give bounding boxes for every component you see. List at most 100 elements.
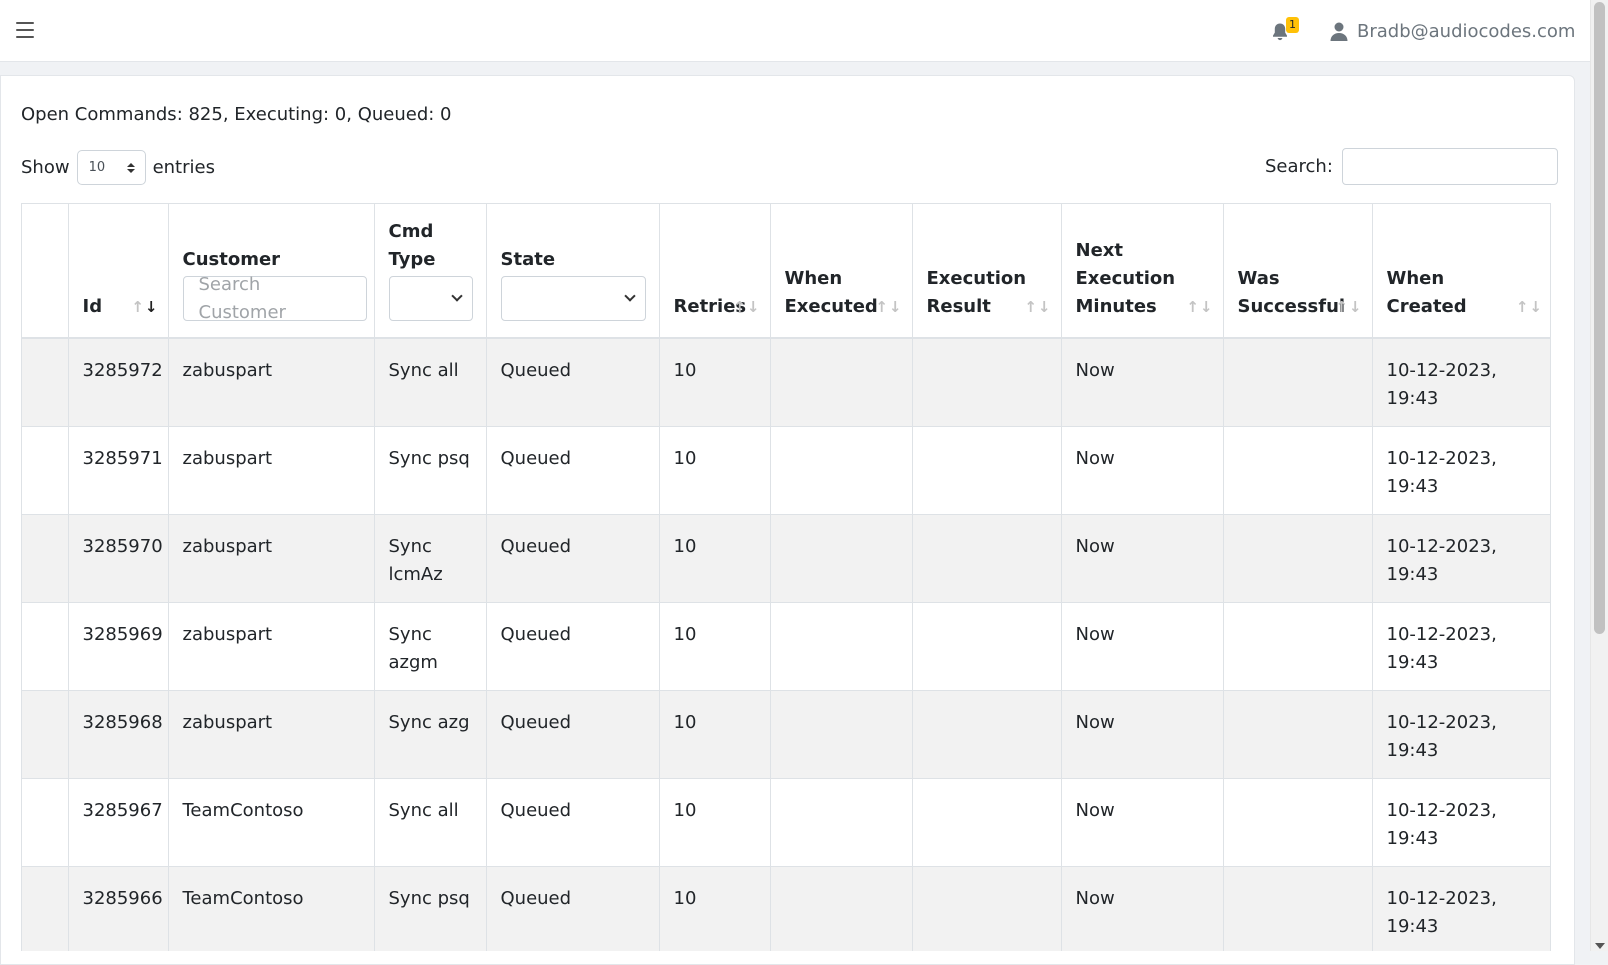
sort-arrows-icon: ↑ ↓ bbox=[131, 298, 158, 316]
created-time: 19:43 bbox=[1386, 475, 1439, 497]
cell-when-executed bbox=[770, 602, 913, 691]
cell-id: 3285968 bbox=[68, 690, 169, 779]
commands-table-wrapper: Id ↑ ↓ Customer Search Customer Cmd Type … bbox=[21, 203, 1551, 951]
cell-next-exec: Now bbox=[1061, 338, 1224, 427]
cell-next-exec: Now bbox=[1061, 426, 1224, 515]
cell-id: 3285970 bbox=[68, 514, 169, 603]
cell-next-exec: Now bbox=[1061, 690, 1224, 779]
cell-when-executed bbox=[770, 690, 913, 779]
cell-id: 3285967 bbox=[68, 778, 169, 867]
sort-arrows-icon: ↑ ↓ bbox=[1515, 298, 1542, 316]
cell-when-created: 10-12-2023, 19:43 bbox=[1372, 338, 1550, 427]
notification-count-badge: 1 bbox=[1286, 17, 1299, 33]
cell-when-created: 10-12-2023, 19:43 bbox=[1372, 690, 1550, 779]
cell-when-executed bbox=[770, 866, 913, 951]
created-time: 19:43 bbox=[1386, 915, 1439, 937]
cell-when-created: 10-12-2023, 19:43 bbox=[1372, 602, 1550, 691]
chevron-down-icon bbox=[623, 290, 636, 302]
user-menu[interactable]: Bradb@audiocodes.com bbox=[1330, 19, 1575, 43]
cell-next-exec: Now bbox=[1061, 866, 1224, 951]
row-select-cell[interactable] bbox=[22, 778, 69, 867]
notifications-button[interactable]: 1 bbox=[1271, 17, 1299, 44]
cell-retries: 10 bbox=[659, 778, 771, 867]
cell-execution-result bbox=[912, 514, 1062, 603]
cell-id: 3285971 bbox=[68, 426, 169, 515]
column-header-execution-result[interactable]: Execution Result ↑ ↓ bbox=[912, 204, 1062, 339]
hamburger-menu-icon[interactable] bbox=[16, 22, 34, 38]
cell-customer: zabuspart bbox=[168, 514, 375, 603]
cell-was-successful bbox=[1223, 338, 1373, 427]
cell-was-successful bbox=[1223, 690, 1373, 779]
created-time: 19:43 bbox=[1386, 563, 1439, 585]
cell-retries: 10 bbox=[659, 690, 771, 779]
column-header-customer: Customer Search Customer bbox=[168, 204, 375, 339]
created-date: 10-12-2023, bbox=[1386, 535, 1497, 557]
row-select-cell[interactable] bbox=[22, 514, 69, 603]
column-header-id[interactable]: Id ↑ ↓ bbox=[68, 204, 169, 339]
cell-when-created: 10-12-2023, 19:43 bbox=[1372, 866, 1550, 951]
cell-cmd-type: Sync all bbox=[374, 778, 487, 867]
cell-customer: zabuspart bbox=[168, 426, 375, 515]
column-header-state: State bbox=[486, 204, 660, 339]
sort-arrows-icon: ↑ ↓ bbox=[875, 298, 902, 316]
cell-was-successful bbox=[1223, 778, 1373, 867]
cell-when-executed bbox=[770, 514, 913, 603]
scroll-down-arrow-icon[interactable] bbox=[1595, 943, 1605, 949]
cell-was-successful bbox=[1223, 426, 1373, 515]
commands-table: Id ↑ ↓ Customer Search Customer Cmd Type … bbox=[22, 204, 1550, 951]
table-row[interactable]: 3285971 zabuspart Sync psq Queued 10 Now 10-12… bbox=[22, 426, 1550, 515]
cell-when-created: 10-12-2023, 19:43 bbox=[1372, 514, 1550, 603]
search-label: Search: bbox=[1265, 156, 1333, 177]
row-select-cell[interactable] bbox=[22, 602, 69, 691]
table-row[interactable]: 3285968 zabuspart Sync azg Queued 10 Now 10-12… bbox=[22, 690, 1550, 779]
row-select-cell[interactable] bbox=[22, 690, 69, 779]
cell-retries: 10 bbox=[659, 602, 771, 691]
table-body: 3285972 zabuspart Sync all Queued 10 Now 10-12… bbox=[22, 338, 1550, 951]
state-filter-select[interactable] bbox=[500, 276, 646, 321]
cell-when-executed bbox=[770, 338, 913, 427]
open-commands-summary: Open Commands: 825, Executing: 0, Queued… bbox=[21, 104, 452, 125]
cell-cmd-type: Sync all bbox=[374, 338, 487, 427]
table-row[interactable]: 3285970 zabuspart Sync lcmAz Queued 10 Now 10-… bbox=[22, 514, 1550, 603]
page-scrollbar[interactable] bbox=[1590, 0, 1608, 951]
column-header-was-successful[interactable]: Was Successful ↑ ↓ bbox=[1223, 204, 1373, 339]
page-length-select[interactable]: 10 bbox=[76, 150, 146, 185]
page-length-value: 10 bbox=[88, 160, 106, 175]
column-header-when-created[interactable]: When Created ↑ ↓ bbox=[1372, 204, 1550, 339]
cmd-type-filter-select[interactable] bbox=[388, 276, 473, 321]
cell-customer: zabuspart bbox=[168, 338, 375, 427]
search-input[interactable] bbox=[1341, 148, 1558, 185]
cell-was-successful bbox=[1223, 866, 1373, 951]
cell-was-successful bbox=[1223, 602, 1373, 691]
customer-filter-input[interactable]: Search Customer bbox=[182, 274, 367, 323]
table-row[interactable]: 3285966 TeamContoso Sync psq Queued 10 Now 10-… bbox=[22, 866, 1550, 951]
created-time: 19:43 bbox=[1386, 739, 1439, 761]
row-select-cell[interactable] bbox=[22, 338, 69, 427]
cell-next-exec: Now bbox=[1061, 514, 1224, 603]
cell-retries: 10 bbox=[659, 514, 771, 603]
cell-cmd-type: Sync azgm bbox=[374, 602, 487, 691]
sort-arrows-icon: ↑ ↓ bbox=[733, 298, 760, 316]
cell-retries: 10 bbox=[659, 866, 771, 951]
cell-when-created: 10-12-2023, 19:43 bbox=[1372, 426, 1550, 515]
cell-cmd-type: Sync psq bbox=[374, 426, 487, 515]
table-row[interactable]: 3285972 zabuspart Sync all Queued 10 Now 10-12… bbox=[22, 338, 1550, 427]
column-header-next-execution-minutes[interactable]: Next Execution Minutes ↑ ↓ bbox=[1061, 204, 1224, 339]
column-header-when-executed[interactable]: When Executed ↑ ↓ bbox=[770, 204, 913, 339]
cell-execution-result bbox=[912, 602, 1062, 691]
cell-id: 3285972 bbox=[68, 338, 169, 427]
show-label: Show bbox=[21, 157, 70, 178]
cell-cmd-type: Sync azg bbox=[374, 690, 487, 779]
scrollbar-thumb[interactable] bbox=[1594, 2, 1605, 634]
table-row[interactable]: 3285969 zabuspart Sync azgm Queued 10 Now 10-1… bbox=[22, 602, 1550, 691]
table-row[interactable]: 3285967 TeamContoso Sync all Queued 10 Now 10-… bbox=[22, 778, 1550, 867]
row-select-cell[interactable] bbox=[22, 866, 69, 951]
cell-state: Queued bbox=[486, 602, 660, 691]
cell-execution-result bbox=[912, 690, 1062, 779]
row-select-cell[interactable] bbox=[22, 426, 69, 515]
created-date: 10-12-2023, bbox=[1386, 887, 1497, 909]
cell-state: Queued bbox=[486, 514, 660, 603]
cell-execution-result bbox=[912, 426, 1062, 515]
cell-when-executed bbox=[770, 778, 913, 867]
column-header-retries[interactable]: Retries ↑ ↓ bbox=[659, 204, 771, 339]
